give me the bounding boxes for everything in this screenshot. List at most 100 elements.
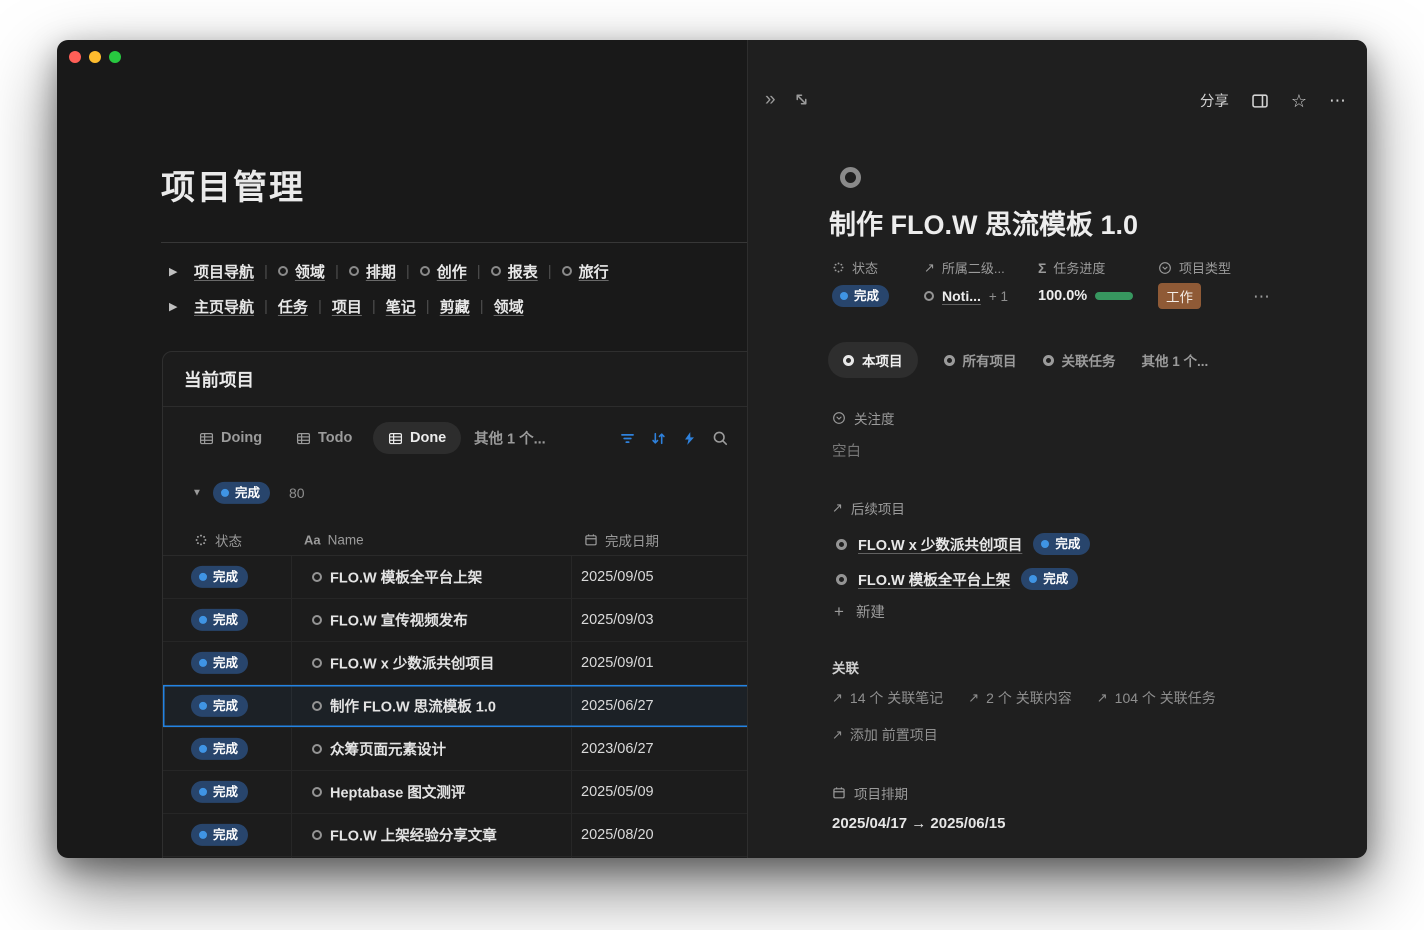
row-title[interactable]: FLO.W 上架经验分享文章 — [330, 825, 497, 846]
more-options-icon[interactable]: ⋯ — [1329, 92, 1347, 109]
tab-linked-tasks[interactable]: 关联任务 — [1043, 350, 1116, 370]
nav-link-tasks[interactable]: 任务 — [278, 296, 308, 317]
expand-page-icon[interactable] — [793, 91, 810, 108]
nav-link-domains[interactable]: 领域 — [494, 296, 524, 317]
status-badge: 完成 — [1021, 568, 1078, 590]
tab-all-projects[interactable]: 所有项目 — [944, 350, 1017, 370]
minimize-window-button[interactable] — [89, 51, 101, 63]
new-followup-button[interactable]: + 新建 — [834, 601, 885, 622]
view-tab-doing[interactable]: Doing — [199, 430, 262, 446]
card-title: 当前项目 — [184, 367, 254, 392]
followup-item[interactable]: FLO.W x 少数派共创项目 完成 — [836, 530, 1090, 558]
view-tab-todo[interactable]: Todo — [296, 430, 352, 446]
page-ring-icon — [562, 266, 572, 276]
page-ring-icon-large[interactable] — [840, 167, 861, 188]
add-predecessor-button[interactable]: ↗ 添加 前置项目 — [832, 725, 938, 745]
followup-page-link[interactable]: FLO.W x 少数派共创项目 — [858, 534, 1022, 555]
nav-link-clips[interactable]: 剪藏 — [440, 296, 470, 317]
parent-page-link[interactable]: Noti... — [942, 288, 981, 304]
toggle-triangle-icon[interactable]: ▶ — [169, 265, 184, 278]
row-date[interactable]: 2023/06/27 — [581, 741, 654, 757]
tab-this-project[interactable]: 本项目 — [828, 342, 918, 378]
status-dot-icon — [840, 292, 848, 300]
status-badge[interactable]: 完成 — [191, 781, 248, 803]
close-window-button[interactable] — [69, 51, 81, 63]
nav-link-domain[interactable]: 领域 — [278, 261, 325, 282]
relations-section-label: 关联 — [832, 657, 859, 677]
schedule-property-label[interactable]: 项目排期 — [832, 783, 908, 803]
fullscreen-window-button[interactable] — [109, 51, 121, 63]
search-icon[interactable] — [711, 429, 729, 447]
followup-section-label[interactable]: ↗ 后续项目 — [832, 498, 905, 518]
table-view-icon — [199, 431, 214, 446]
status-badge[interactable]: 完成 — [191, 566, 248, 588]
row-date[interactable]: 2025/06/27 — [581, 698, 654, 714]
more-properties-icon[interactable]: ⋯ — [1253, 283, 1271, 309]
property-label-parent[interactable]: ↗ 所属二级... — [924, 258, 1005, 277]
row-title[interactable]: 制作 FLO.W 思流模板 1.0 — [330, 696, 496, 717]
property-label-progress[interactable]: Σ 任务进度 — [1038, 258, 1105, 277]
linked-content-count[interactable]: ↗2 个 关联内容 — [968, 688, 1071, 708]
view-tab-done-active[interactable]: Done — [373, 422, 461, 454]
property-label-status[interactable]: 状态 — [832, 258, 878, 277]
status-badge[interactable]: 完成 — [191, 652, 248, 674]
calendar-icon — [832, 786, 846, 800]
nav-link-notes[interactable]: 笔记 — [386, 296, 416, 317]
property-value-type[interactable]: 工作 — [1158, 283, 1201, 309]
type-tag[interactable]: 工作 — [1158, 283, 1201, 309]
row-title[interactable]: Heptabase 图文测评 — [330, 782, 465, 803]
row-date[interactable]: 2025/05/09 — [581, 784, 654, 800]
status-badge[interactable]: 完成 — [191, 609, 248, 631]
text-type-icon: Aa — [304, 532, 321, 547]
followup-item[interactable]: FLO.W 模板全平台上架 完成 — [836, 565, 1078, 593]
nav-link-home-nav[interactable]: 主页导航 — [194, 296, 254, 317]
close-peek-chevrons-icon[interactable]: » — [765, 90, 776, 109]
nav-link-travel[interactable]: 旅行 — [562, 261, 609, 282]
column-header-name[interactable]: Aa Name — [304, 532, 364, 547]
linked-notes-count[interactable]: ↗14 个 关联笔记 — [832, 688, 943, 708]
property-label-type[interactable]: 项目类型 — [1158, 258, 1231, 277]
filter-icon[interactable] — [618, 429, 636, 447]
app-window: 项目管理 ▶ 项目导航 | 领域 | 排期 | 创作 | 报表 | 旅行 ▶ 主… — [57, 40, 1367, 858]
row-date[interactable]: 2025/08/20 — [581, 827, 654, 843]
status-badge[interactable]: 完成 — [191, 695, 248, 717]
linked-tasks-count[interactable]: ↗104 个 关联任务 — [1097, 688, 1216, 708]
row-title[interactable]: 众筹页面元素设计 — [330, 739, 446, 760]
row-date[interactable]: 2025/09/01 — [581, 655, 654, 671]
nav-link-schedule[interactable]: 排期 — [349, 261, 396, 282]
automation-lightning-icon[interactable] — [680, 429, 698, 447]
status-dot-icon — [199, 788, 207, 796]
sort-icon[interactable] — [649, 429, 667, 447]
favorite-star-icon[interactable]: ☆ — [1291, 92, 1307, 110]
attention-empty-value[interactable]: 空白 — [832, 440, 861, 461]
attention-property-label[interactable]: 关注度 — [832, 408, 895, 428]
tab-more[interactable]: 其他 1 个... — [1142, 350, 1209, 370]
property-value-progress[interactable]: 100.0% — [1038, 283, 1133, 309]
group-collapse-icon[interactable]: ▼ — [192, 488, 202, 499]
row-title[interactable]: FLO.W x 少数派共创项目 — [330, 653, 494, 674]
status-badge[interactable]: 完成 — [191, 738, 248, 760]
property-value-parent[interactable]: Noti... + 1 — [924, 283, 1008, 309]
toggle-triangle-icon[interactable]: ▶ — [169, 300, 184, 313]
page-ring-icon — [843, 355, 854, 366]
nav-link-projects[interactable]: 项目 — [332, 296, 362, 317]
column-header-status[interactable]: 状态 — [194, 530, 242, 550]
row-title[interactable]: FLO.W 宣传视频发布 — [330, 610, 468, 631]
view-tab-more[interactable]: 其他 1 个... — [474, 428, 546, 449]
status-badge[interactable]: 完成 — [832, 285, 889, 307]
status-badge[interactable]: 完成 — [191, 824, 248, 846]
nav-link-project-nav[interactable]: 项目导航 — [194, 261, 254, 282]
group-status-badge[interactable]: 完成 — [213, 482, 270, 504]
row-date[interactable]: 2025/09/05 — [581, 569, 654, 585]
row-date[interactable]: 2025/09/03 — [581, 612, 654, 628]
property-value-status[interactable]: 完成 — [832, 283, 889, 309]
followup-page-link[interactable]: FLO.W 模板全平台上架 — [858, 569, 1010, 590]
nav-link-report[interactable]: 报表 — [491, 261, 538, 282]
column-header-date[interactable]: 完成日期 — [584, 530, 659, 550]
nav-link-create[interactable]: 创作 — [420, 261, 467, 282]
side-peek-layout-icon[interactable] — [1251, 92, 1269, 110]
row-title[interactable]: FLO.W 模板全平台上架 — [330, 567, 482, 588]
share-button[interactable]: 分享 — [1200, 90, 1229, 111]
schedule-date-range[interactable]: 2025/04/17 → 2025/06/15 — [832, 815, 1005, 832]
peek-page-title[interactable]: 制作 FLO.W 思流模板 1.0 — [829, 203, 1138, 242]
